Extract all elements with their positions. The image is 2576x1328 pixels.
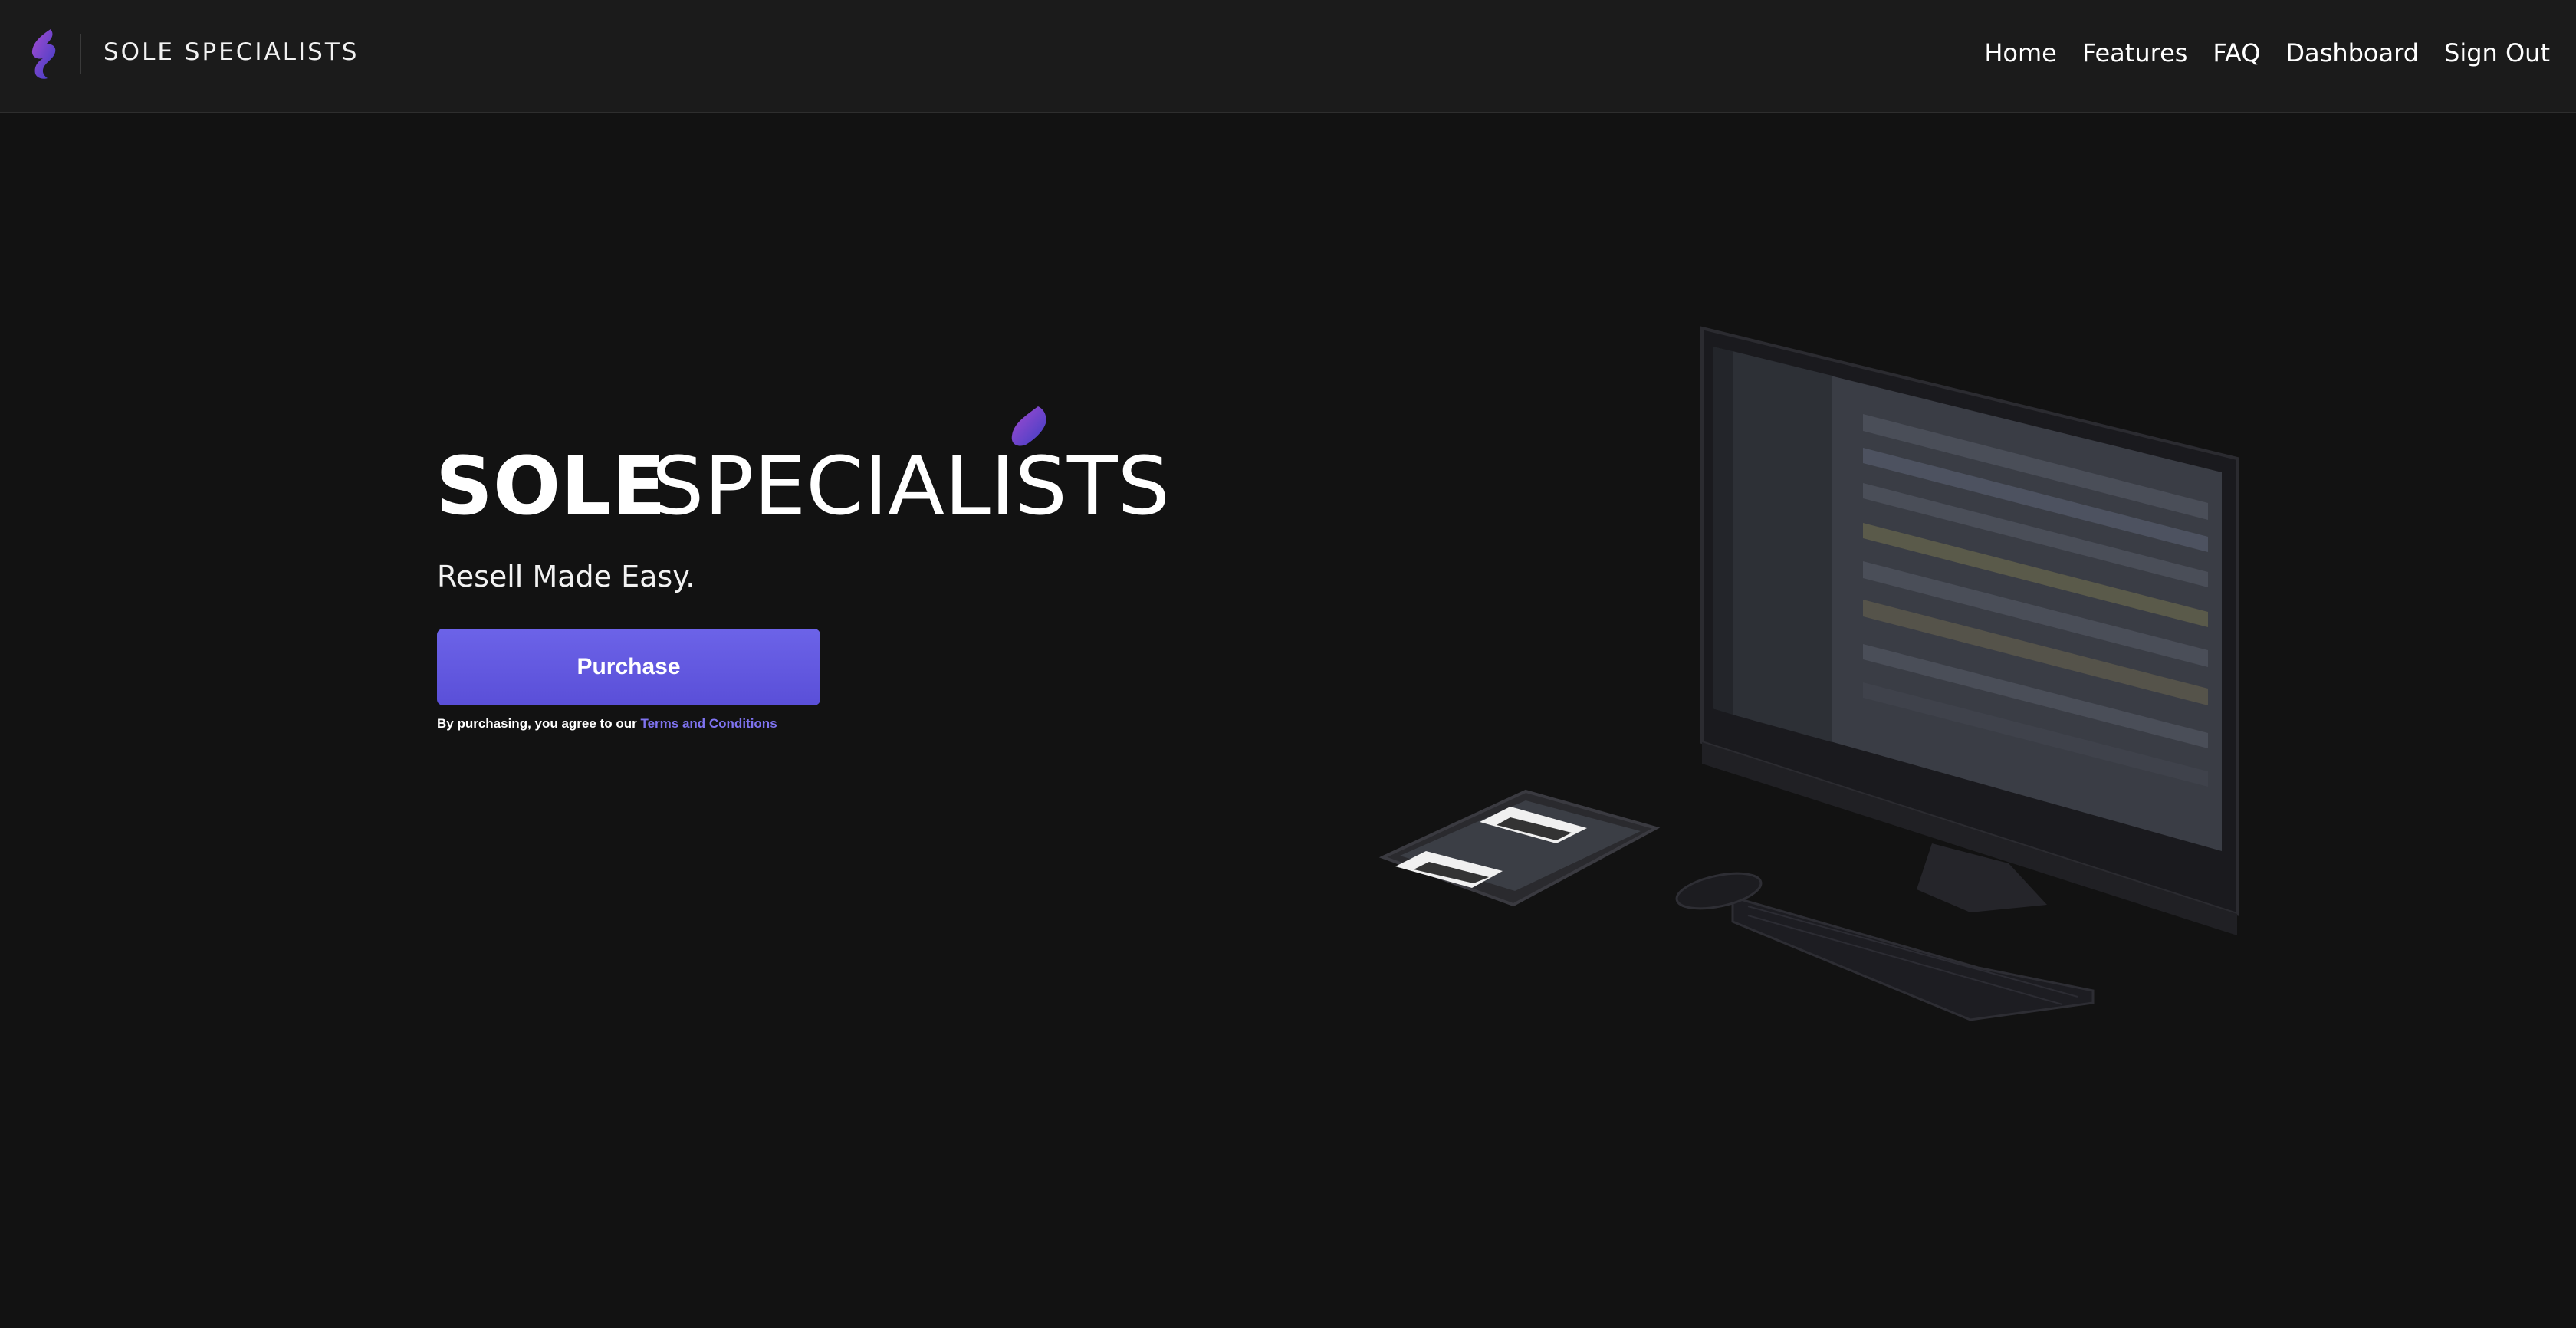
terms-link[interactable]: Terms and Conditions [640, 716, 777, 731]
terms-prefix: By purchasing, you agree to our [437, 716, 637, 731]
nav-features-link[interactable]: Features [2082, 35, 2188, 71]
brand-divider [80, 34, 81, 74]
terms-notice: By purchasing, you agree to our Terms an… [437, 716, 777, 731]
nav-faq-link[interactable]: FAQ [2213, 35, 2260, 71]
devices-illustration [1378, 326, 2239, 1021]
top-nav-bar: SOLE SPECIALISTS Home Features FAQ Dashb… [0, 0, 2576, 113]
purchase-button[interactable]: Purchase [437, 629, 820, 705]
nav-home-link[interactable]: Home [1984, 35, 2057, 71]
nav-dashboard-link[interactable]: Dashboard [2285, 35, 2419, 71]
flame-logo-icon[interactable] [28, 28, 61, 81]
hero-logo-light-text: SPECIALISTS [652, 439, 1170, 520]
nav-sign-out-link[interactable]: Sign Out [2444, 35, 2550, 71]
hero-logo-bold-text: SOLE [435, 439, 666, 520]
hero-tagline: Resell Made Easy. [437, 560, 695, 593]
hero-logo: SOLE SPECIALISTS [435, 406, 1170, 520]
brand-name[interactable]: SOLE SPECIALISTS [104, 38, 359, 66]
main-nav: Home Features FAQ Dashboard Sign Out [1984, 35, 2550, 71]
